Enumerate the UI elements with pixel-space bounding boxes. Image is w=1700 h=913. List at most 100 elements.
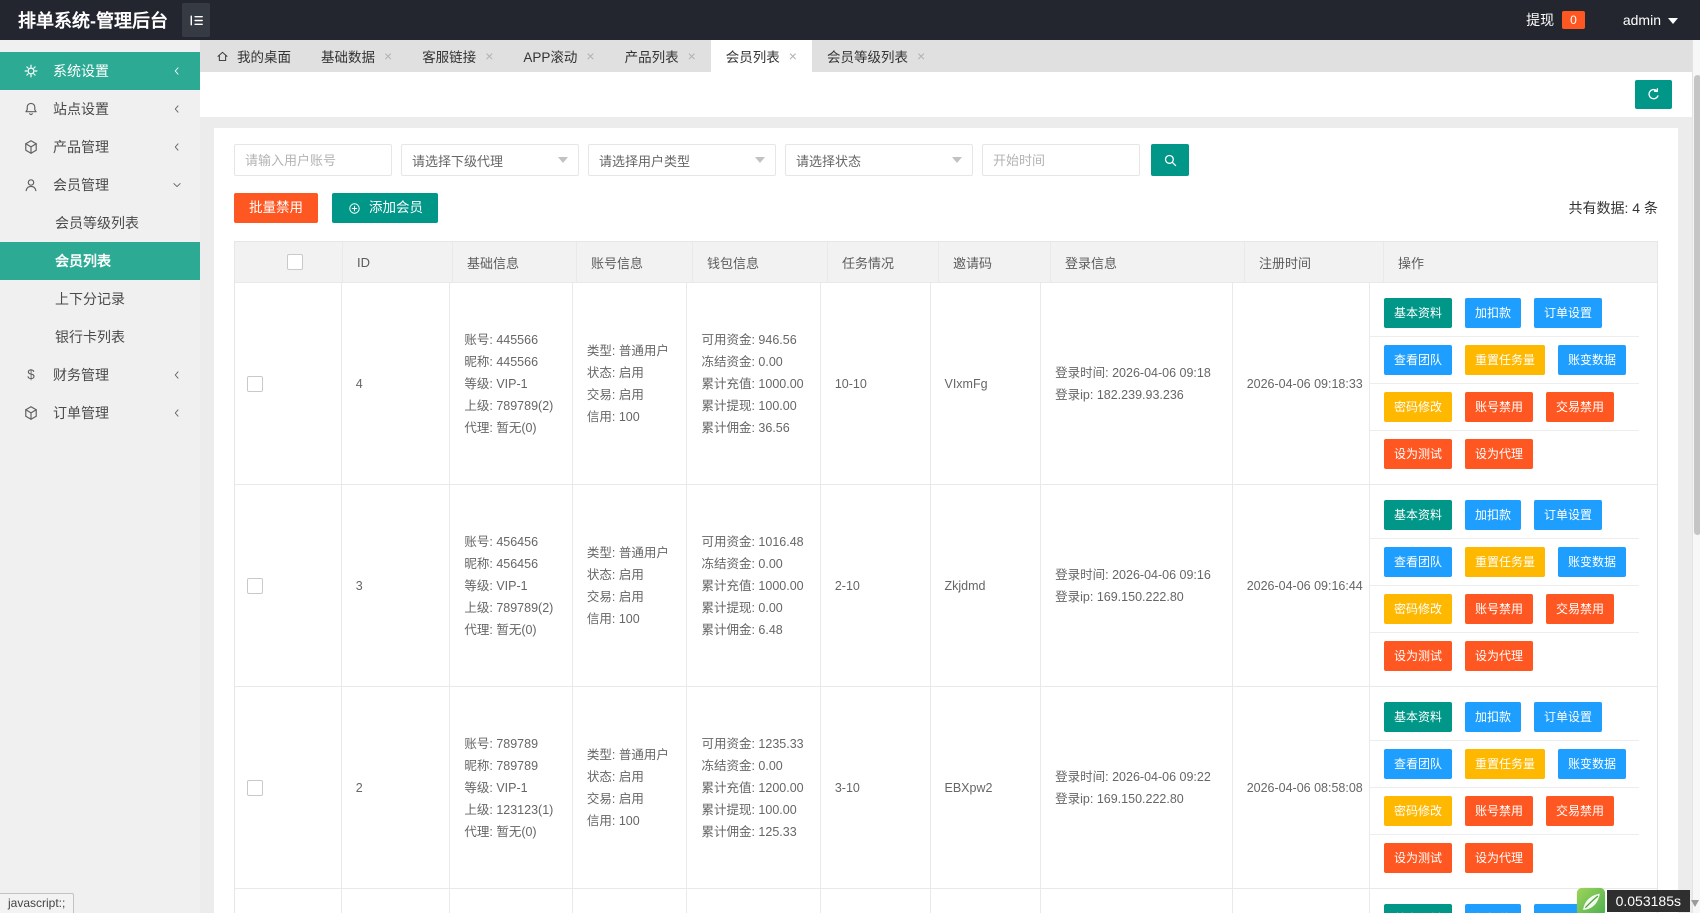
user-type-select[interactable]: 请选择用户类型 (588, 144, 776, 176)
task-status: 10-10 (834, 376, 867, 391)
select-all-checkbox[interactable] (286, 254, 303, 270)
username: admin (1622, 12, 1661, 28)
action-button-line: 查看团队 重置任务量 账变数据 (1369, 337, 1640, 384)
agent-select[interactable]: 请选择下级代理 (401, 144, 579, 176)
tab-my-desktop[interactable]: 我的桌面 (200, 40, 306, 72)
action-account-changes-button[interactable]: 账变数据 (1558, 546, 1627, 577)
close-icon[interactable]: × (485, 49, 493, 63)
action-reset-tasks-button[interactable]: 重置任务量 (1464, 344, 1545, 375)
action-add-deduct-button[interactable]: 加扣款 (1464, 297, 1521, 328)
action-basic-info-button[interactable]: 基本资料 (1383, 903, 1452, 913)
close-icon[interactable]: × (586, 49, 594, 63)
sidebar-item-product-management[interactable]: 产品管理 (0, 128, 200, 166)
withdraw-count-badge: 0 (1562, 11, 1585, 29)
action-account-changes-button[interactable]: 账变数据 (1558, 344, 1627, 375)
tab-service-links[interactable]: 客服链接 × (407, 40, 508, 72)
action-disable-trading-button[interactable]: 交易禁用 (1546, 593, 1615, 624)
cell-task-status: 10-10 (821, 283, 931, 484)
account-info-line: 信用: 100 (586, 409, 640, 424)
sidebar-toggle-button[interactable] (182, 3, 210, 37)
close-icon[interactable]: × (384, 49, 392, 63)
action-basic-info-button[interactable]: 基本资料 (1383, 297, 1452, 328)
action-basic-info-button[interactable]: 基本资料 (1383, 499, 1452, 530)
action-set-agent-button[interactable]: 设为代理 (1464, 439, 1533, 469)
base-info-line: 昵称: 789789 (464, 758, 539, 773)
row-checkbox[interactable] (247, 779, 263, 796)
action-change-password-button[interactable]: 密码修改 (1383, 593, 1452, 624)
sidebar-subitem-points-records[interactable]: 上下分记录 (0, 280, 200, 318)
table-row: 基本资料 加扣款 订单设置 查看团队 重置任务量 账变数据 密码修改 账号禁用 … (235, 888, 1657, 913)
action-account-changes-button[interactable]: 账变数据 (1558, 748, 1627, 779)
action-view-team-button[interactable]: 查看团队 (1383, 344, 1452, 375)
sidebar-item-member-management[interactable]: 会员管理 (0, 166, 200, 204)
add-member-button[interactable]: 添加会员 (332, 193, 438, 223)
action-reset-tasks-button[interactable]: 重置任务量 (1464, 546, 1545, 577)
action-set-test-button[interactable]: 设为测试 (1383, 439, 1452, 469)
action-disable-account-button[interactable]: 账号禁用 (1464, 795, 1533, 826)
login-info-line: 登录ip: 182.239.93.236 (1055, 387, 1184, 402)
account-info-line: 交易: 启用 (586, 589, 644, 604)
account-search-input[interactable] (234, 144, 392, 176)
wallet-info-line: 冻结资金: 0.00 (701, 354, 783, 369)
action-view-team-button[interactable]: 查看团队 (1383, 748, 1452, 779)
action-disable-account-button[interactable]: 账号禁用 (1464, 593, 1533, 624)
start-time-input[interactable] (982, 144, 1140, 176)
row-checkbox[interactable] (247, 375, 263, 392)
batch-disable-button[interactable]: 批量禁用 (234, 193, 318, 223)
action-set-test-button[interactable]: 设为测试 (1383, 641, 1452, 671)
cell-login-info (1041, 889, 1233, 913)
action-set-test-button[interactable]: 设为测试 (1383, 843, 1452, 873)
action-disable-account-button[interactable]: 账号禁用 (1464, 391, 1533, 422)
sidebar-item-site-settings[interactable]: 站点设置 (0, 90, 200, 128)
command-row: 批量禁用 添加会员 共有数据: 4 条 (234, 193, 1658, 223)
withdraw-link[interactable]: 提现 0 (1526, 10, 1585, 30)
close-icon[interactable]: × (789, 49, 797, 63)
sidebar-subitem-bank-cards[interactable]: 银行卡列表 (0, 318, 200, 356)
action-change-password-button[interactable]: 密码修改 (1383, 795, 1452, 826)
user-menu[interactable]: admin (1623, 12, 1678, 28)
sidebar-subitem-label: 银行卡列表 (55, 329, 125, 345)
close-icon[interactable]: × (688, 49, 696, 63)
action-order-settings-button[interactable]: 订单设置 (1534, 297, 1603, 328)
sidebar-item-label: 系统设置 (53, 63, 109, 79)
scrollbar-thumb[interactable] (1693, 75, 1700, 535)
action-disable-trading-button[interactable]: 交易禁用 (1546, 391, 1615, 422)
close-icon[interactable]: × (917, 49, 925, 63)
sidebar-subitem-member-levels[interactable]: 会员等级列表 (0, 204, 200, 242)
action-order-settings-button[interactable]: 订单设置 (1534, 499, 1603, 530)
search-button[interactable] (1151, 144, 1189, 176)
cell-register-time: 2026-04-06 08:58:08 (1233, 687, 1370, 888)
cell-wallet-info: 可用资金: 1235.33 冻结资金: 0.00 累计充值: 1200.00 累… (687, 687, 821, 888)
cell-id: 4 (342, 283, 451, 484)
sidebar-item-order-management[interactable]: 订单管理 (0, 394, 200, 432)
action-add-deduct-button[interactable]: 加扣款 (1464, 903, 1521, 913)
tab-basic-data[interactable]: 基础数据 × (306, 40, 407, 72)
tab-member-levels[interactable]: 会员等级列表 × (812, 40, 940, 72)
action-view-team-button[interactable]: 查看团队 (1383, 546, 1452, 577)
chevron-down-icon (170, 178, 184, 192)
action-add-deduct-button[interactable]: 加扣款 (1464, 701, 1521, 732)
action-set-agent-button[interactable]: 设为代理 (1464, 843, 1533, 873)
status-select[interactable]: 请选择状态 (785, 144, 973, 176)
action-basic-info-button[interactable]: 基本资料 (1383, 701, 1452, 732)
action-set-agent-button[interactable]: 设为代理 (1464, 641, 1533, 671)
chevron-left-icon (170, 140, 184, 154)
sidebar-item-finance-management[interactable]: $ 财务管理 (0, 356, 200, 394)
action-disable-trading-button[interactable]: 交易禁用 (1546, 795, 1615, 826)
cell-account-info: 类型: 普通用户 状态: 启用 交易: 启用 信用: 100 (573, 687, 688, 888)
tab-app-scroll[interactable]: APP滚动 × (508, 40, 609, 72)
row-checkbox[interactable] (247, 577, 263, 594)
action-reset-tasks-button[interactable]: 重置任务量 (1464, 748, 1545, 779)
cell-invite-code: EBXpw2 (931, 687, 1042, 888)
tab-product-list[interactable]: 产品列表 × (610, 40, 711, 72)
action-add-deduct-button[interactable]: 加扣款 (1464, 499, 1521, 530)
sidebar-subitem-member-list[interactable]: 会员列表 (0, 242, 200, 280)
sidebar-item-system-settings[interactable]: 系统设置 (0, 52, 200, 90)
user-icon (22, 176, 40, 194)
action-change-password-button[interactable]: 密码修改 (1383, 391, 1452, 422)
tab-member-list[interactable]: 会员列表 × (710, 40, 812, 72)
action-order-settings-button[interactable]: 订单设置 (1534, 701, 1603, 732)
cell-invite-code (931, 889, 1042, 913)
refresh-button[interactable] (1635, 80, 1672, 109)
action-button-line: 基本资料 加扣款 订单设置 (1369, 290, 1640, 337)
